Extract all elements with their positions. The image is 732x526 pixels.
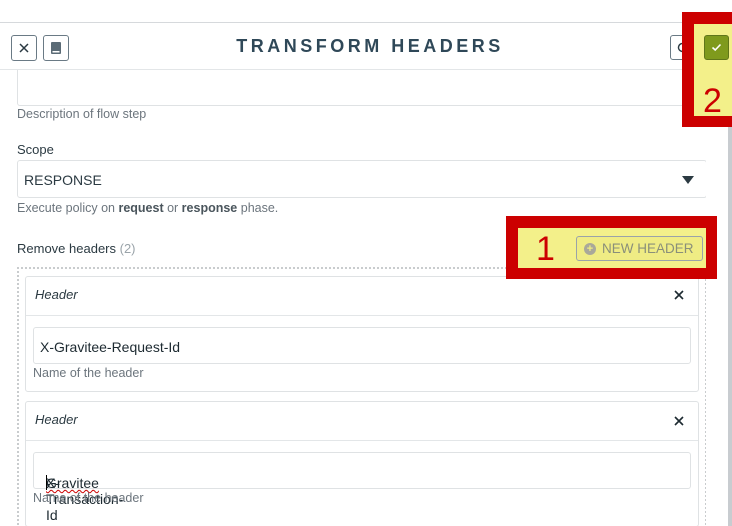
header-card-head: Header [26,402,698,441]
scope-hint-suffix: phase. [237,201,279,215]
annotation-badge-1: 1 [536,230,555,268]
scrollbar[interactable] [728,70,732,526]
header-name-input[interactable]: X- Gravitee -Transaction-Id [33,452,691,523]
scope-selected-value: RESPONSE [24,172,102,188]
scope-hint-or: or [163,201,182,215]
book-icon [51,42,61,54]
close-icon [19,43,29,53]
new-header-label: NEW HEADER [602,241,694,256]
description-input[interactable] [17,70,706,106]
text-cursor [46,475,47,490]
description-hint: Description of flow step [17,107,147,121]
page-title: TRANSFORM HEADERS [236,36,504,56]
remove-headers-text: Remove headers [17,241,116,256]
close-icon[interactable] [672,414,686,428]
save-button[interactable] [704,35,729,60]
header-name-hint: Name of the header [33,366,144,380]
plus-circle-icon: + [584,242,596,255]
remove-headers-count: (2) [119,241,136,256]
header-card-2: Header X- Gravitee -Transaction-Id Name of… [25,401,699,526]
scope-hint-prefix: Execute policy on [17,201,119,215]
scope-hint: Execute policy on request or response ph… [17,201,278,215]
new-header-button[interactable]: + NEW HEADER [576,236,703,261]
scope-select[interactable]: RESPONSE [17,160,706,198]
header-card-1: Header X-Gravitee-Request-Id Name of the… [25,276,699,392]
close-dialog-button[interactable] [11,35,37,61]
header-card-head: Header [26,277,698,316]
header-card-title: Header [35,287,78,302]
check-icon [711,43,722,52]
remove-headers-label: Remove headers (2) [17,241,136,256]
header-card-title: Header [35,412,78,427]
scope-hint-request: request [118,201,164,215]
dialog-header: TRANSFORM HEADERS [0,24,732,70]
annotation-badge-2: 2 [703,82,722,120]
documentation-button[interactable] [43,35,69,61]
form-content: Description of flow step Scope RESPONSE … [0,70,706,526]
header-name-value: X-Gravitee-Request-Id [40,339,181,355]
top-strip [0,0,732,23]
scope-label: Scope [17,142,54,157]
scope-hint-response: response [181,201,238,215]
header-name-hint: Name of the header [33,491,144,505]
close-icon[interactable] [672,288,686,302]
caret-down-icon [682,176,694,184]
header-name-input[interactable]: X-Gravitee-Request-Id [33,327,691,364]
